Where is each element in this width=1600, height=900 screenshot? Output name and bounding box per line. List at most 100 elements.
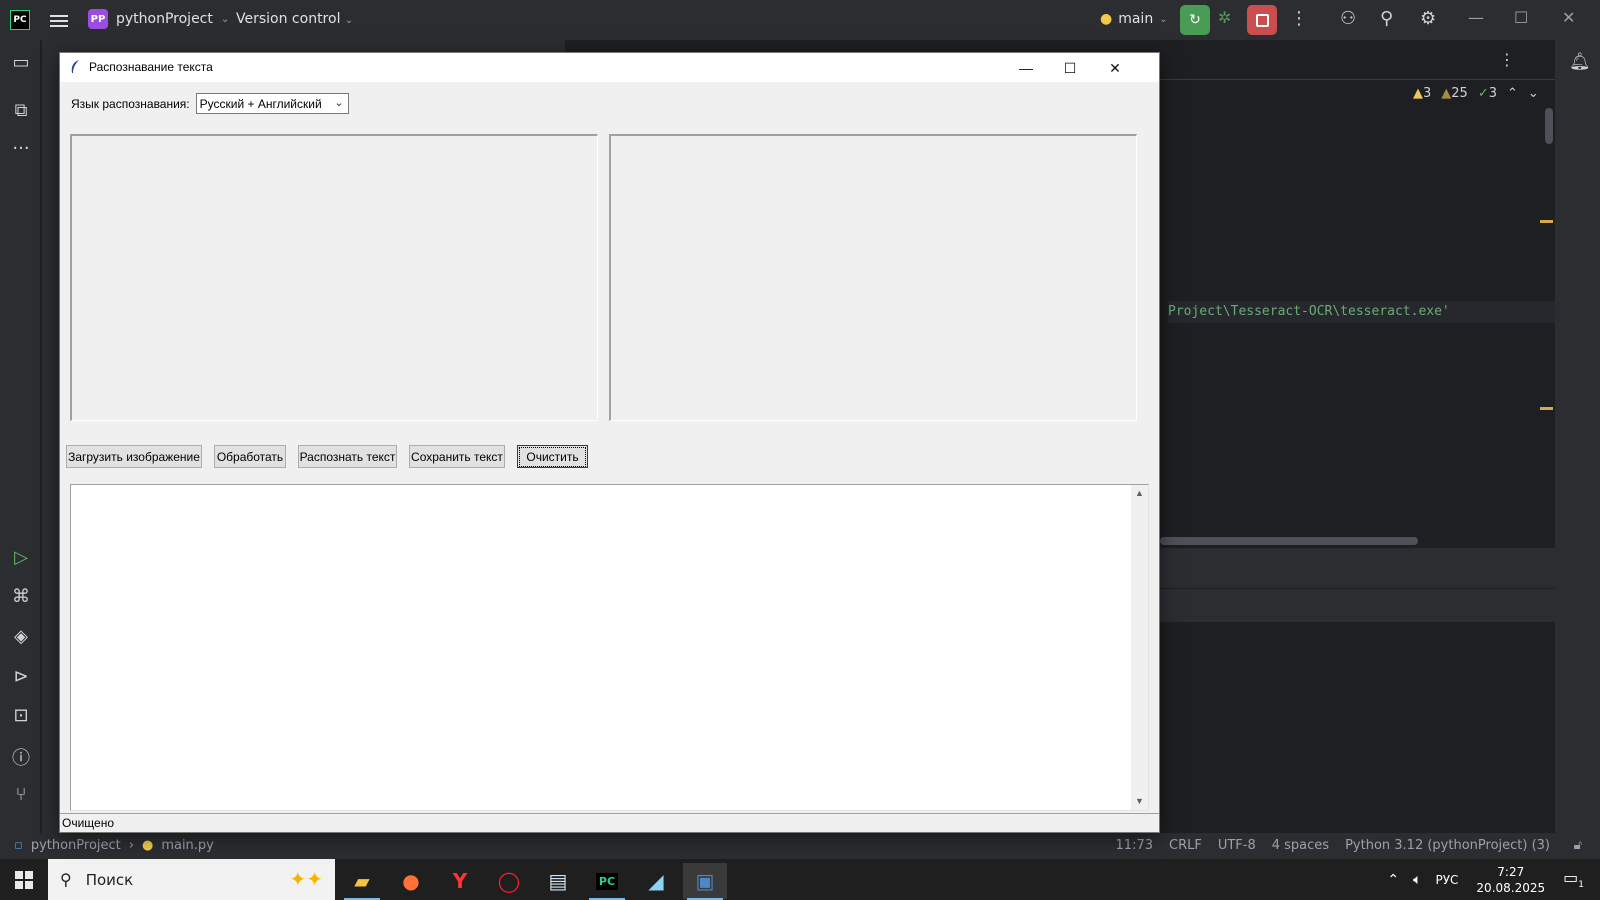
more-tabs-icon[interactable]: ⋮ — [1499, 50, 1515, 69]
warning-marker[interactable] — [1540, 220, 1553, 223]
sparkle-icon: ✦✦ — [289, 867, 323, 891]
module-icon: ▫ — [14, 838, 23, 853]
caret-position[interactable]: 11:73 — [1116, 833, 1153, 859]
volume-icon[interactable]: 🔈︎ — [1413, 872, 1421, 888]
close-icon[interactable]: ✕ — [1562, 8, 1575, 27]
notifications-icon[interactable]: 🔔︎ — [1569, 52, 1591, 72]
branch-name: main — [1118, 11, 1154, 27]
python-console-icon[interactable]: ⌘ — [10, 586, 32, 607]
notification-count: 1 — [1578, 880, 1584, 891]
app-title: Распознавание текста — [89, 60, 213, 74]
search-icon[interactable]: ⚲ — [1380, 8, 1393, 29]
chevron-up-icon[interactable]: ⌃ — [1507, 86, 1518, 101]
pycharm-logo-icon[interactable]: PC — [10, 10, 30, 30]
code-line[interactable]: Project\Tesseract-OCR\tesseract.exe' — [1168, 301, 1555, 323]
status-text: Очищено — [62, 816, 115, 830]
check-icon: ✓ — [1477, 86, 1489, 101]
news-icon[interactable]: ▤ — [536, 863, 580, 899]
yandex-browser-icon[interactable]: Y — [438, 863, 482, 899]
chevron-down-icon[interactable]: ⌄ — [1528, 86, 1539, 101]
lock-icon[interactable]: 🔓︎ — [1574, 833, 1582, 859]
run-config-selector[interactable]: ● main ⌄ — [1100, 11, 1168, 27]
tk-feather-icon — [71, 60, 79, 73]
terminal-icon[interactable]: ⊡ — [10, 705, 32, 726]
app-maximize-icon[interactable]: ☐ — [1059, 57, 1081, 79]
line-separator[interactable]: CRLF — [1169, 833, 1202, 859]
ide-status-bar: ▫ pythonProject › ● main.py 11:73 CRLF U… — [0, 833, 1600, 859]
scroll-down-icon[interactable]: ▼ — [1131, 793, 1148, 810]
project-selector[interactable]: PP pythonProject ⌄ — [88, 9, 229, 29]
file-encoding[interactable]: UTF-8 — [1218, 833, 1256, 859]
breadcrumb-file[interactable]: main.py — [161, 833, 214, 859]
original-image-panel — [70, 134, 598, 421]
run-tool-icon[interactable]: ▷ — [10, 547, 32, 568]
result-textarea[interactable]: ▲ ▼ — [70, 484, 1149, 811]
language-label: Язык распознавания: — [71, 96, 190, 111]
debug-button[interactable]: ✲ — [1218, 8, 1231, 27]
problems-icon[interactable]: ⓘ — [10, 744, 32, 770]
app-titlebar[interactable]: Распознавание текста — ☐ ✕ — [60, 53, 1159, 82]
warning-count: ▲3 — [1413, 86, 1432, 101]
rerun-button[interactable]: ↻ — [1180, 5, 1210, 35]
weak-warning-icon: ▲ — [1441, 86, 1452, 101]
ide-right-strip: 🔔︎ — [1555, 40, 1600, 843]
stop-button[interactable] — [1247, 5, 1277, 35]
app-minimize-icon[interactable]: — — [1015, 57, 1037, 79]
interpreter-selector[interactable]: Python 3.12 (pythonProject) (3) — [1345, 833, 1550, 859]
add-user-icon[interactable]: ⚇ — [1340, 8, 1356, 29]
search-icon: ⚲ — [60, 870, 72, 889]
version-control-menu[interactable]: Version control ⌄ — [236, 11, 353, 27]
git-icon[interactable]: ⑂ — [10, 784, 32, 805]
structure-icon[interactable]: ⧉ — [10, 100, 32, 121]
chevron-down-icon: ⌄ — [344, 15, 354, 26]
app-close-icon[interactable]: ✕ — [1104, 57, 1126, 79]
more-tools-icon[interactable]: ··· — [10, 138, 32, 159]
services-icon[interactable]: ⊳ — [10, 666, 32, 687]
language-select[interactable]: Русский + Английский ⌄ — [195, 93, 349, 114]
windows-taskbar: ⚲ Поиск ✦✦ ▰ ● Y ◯ ▤ PC ◢ ▣ ⌃ 🔈︎ РУС 7:2… — [0, 859, 1600, 900]
indent-setting[interactable]: 4 spaces — [1272, 833, 1329, 859]
scroll-up-icon[interactable]: ▲ — [1131, 485, 1148, 502]
breadcrumb-project[interactable]: pythonProject — [31, 833, 121, 859]
more-actions-icon[interactable]: ⋮ — [1290, 8, 1308, 29]
firefox-icon[interactable]: ● — [389, 863, 433, 899]
main-menu-icon[interactable] — [50, 12, 68, 28]
notepad-icon[interactable]: ◢ — [634, 863, 678, 899]
notification-center-icon[interactable]: ▭1 — [1563, 868, 1584, 890]
python-tk-icon[interactable]: ▣ — [683, 863, 727, 900]
folder-icon[interactable]: ▭ — [10, 52, 32, 73]
language-row: Язык распознавания: Русский + Английский… — [71, 93, 349, 114]
project-name: pythonProject — [116, 11, 213, 27]
inspection-widget[interactable]: ▲3 ▲25 ✓3 ⌃ ⌄ — [1413, 86, 1539, 101]
textarea-scrollbar[interactable]: ▲ ▼ — [1131, 485, 1148, 810]
app-status-bar: Очищено — [60, 813, 1159, 833]
horizontal-scrollbar[interactable] — [1160, 537, 1418, 545]
taskbar-search[interactable]: ⚲ Поиск ✦✦ — [48, 859, 335, 900]
recognize-button[interactable]: Распознать текст — [298, 445, 397, 468]
editor-scrollbar[interactable] — [1545, 108, 1553, 144]
clock-time: 7:27 — [1497, 864, 1525, 879]
layers-icon[interactable]: ◈ — [10, 626, 32, 647]
bug-icon: ✲ — [1218, 8, 1232, 27]
clear-button[interactable]: Очистить — [517, 445, 588, 468]
chevron-up-icon[interactable]: ⌃ — [1387, 872, 1399, 888]
windows-start-icon[interactable] — [15, 871, 33, 889]
opera-icon[interactable]: ◯ — [487, 863, 531, 899]
project-badge: PP — [88, 9, 108, 29]
input-language[interactable]: РУС — [1435, 873, 1458, 887]
gear-icon[interactable]: ⚙ — [1420, 8, 1436, 29]
stop-icon — [1255, 13, 1269, 27]
load-image-button[interactable]: Загрузить изображение — [66, 445, 202, 468]
maximize-icon[interactable]: ☐ — [1514, 8, 1528, 27]
save-text-button[interactable]: Сохранить текст — [409, 445, 505, 468]
process-button[interactable]: Обработать — [214, 445, 286, 468]
file-explorer-icon[interactable]: ▰ — [340, 863, 384, 900]
ocr-app-window: Распознавание текста — ☐ ✕ Язык распозна… — [59, 52, 1160, 833]
clock[interactable]: 7:27 20.08.2025 — [1476, 864, 1545, 896]
warning-marker[interactable] — [1540, 407, 1553, 410]
minimize-icon[interactable]: — — [1468, 8, 1484, 27]
python-file-icon: ● — [141, 838, 154, 853]
pycharm-icon[interactable]: PC — [585, 863, 629, 900]
python-icon: ● — [1100, 11, 1113, 27]
chevron-right-icon: › — [128, 838, 134, 853]
